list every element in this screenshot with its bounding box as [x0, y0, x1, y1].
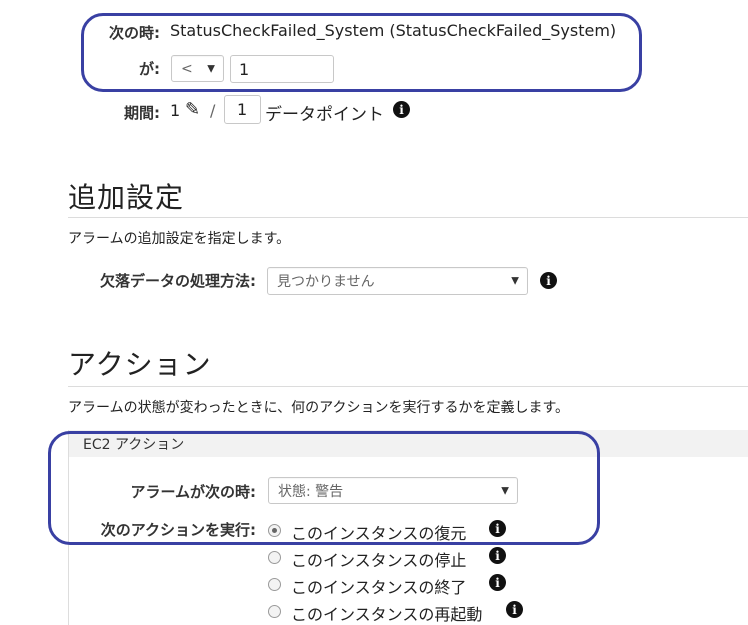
- actions-description: アラームの状態が変わったときに、何のアクションを実行するかを定義します。: [68, 400, 570, 416]
- period-label: 期間:: [124, 104, 160, 122]
- action-highlight: [48, 431, 600, 545]
- info-icon[interactable]: i: [489, 574, 506, 591]
- radio-reboot[interactable]: [268, 605, 281, 618]
- period-value: 1: [170, 101, 181, 120]
- pencil-icon[interactable]: ✎: [185, 99, 200, 120]
- info-icon[interactable]: i: [540, 272, 557, 289]
- missing-data-value: 見つかりません: [277, 274, 375, 290]
- actions-divider: [68, 386, 748, 387]
- info-icon[interactable]: i: [393, 101, 410, 118]
- missing-data-select[interactable]: 見つかりません ▼: [267, 267, 528, 295]
- slash-separator: /: [210, 101, 216, 120]
- missing-data-label: 欠落データの処理方法:: [100, 272, 256, 290]
- info-icon[interactable]: i: [489, 547, 506, 564]
- info-icon[interactable]: i: [506, 601, 523, 618]
- radio-terminate[interactable]: [268, 578, 281, 591]
- condition-highlight: [81, 13, 642, 92]
- additional-divider: [68, 217, 748, 218]
- option-reboot-label: このインスタンスの再起動: [291, 605, 483, 624]
- chevron-down-icon: ▼: [511, 275, 519, 287]
- datapoints-suffix: データポイント: [265, 105, 384, 125]
- datapoints-input[interactable]: 1: [224, 95, 261, 124]
- option-stop-label: このインスタンスの停止: [291, 551, 467, 570]
- datapoints-value: 1: [237, 100, 248, 119]
- additional-description: アラームの追加設定を指定します。: [68, 231, 291, 247]
- radio-stop[interactable]: [268, 551, 281, 564]
- additional-settings-heading: 追加設定: [68, 181, 185, 214]
- option-terminate-label: このインスタンスの終了: [291, 578, 467, 597]
- actions-heading: アクション: [68, 348, 212, 381]
